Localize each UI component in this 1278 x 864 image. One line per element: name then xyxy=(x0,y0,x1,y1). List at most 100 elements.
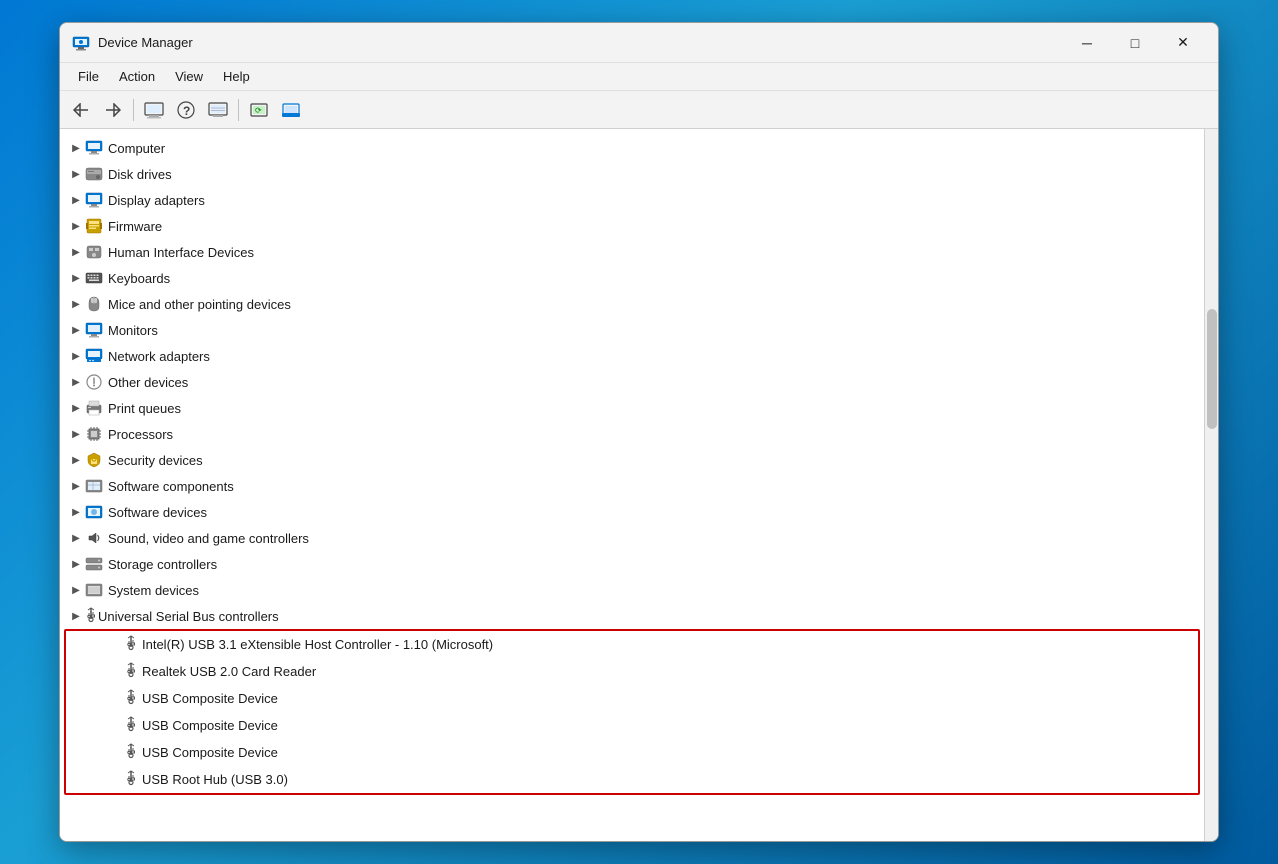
label-system: System devices xyxy=(108,583,199,598)
icon-security xyxy=(84,451,104,469)
label-keyboards: Keyboards xyxy=(108,271,170,286)
label-software-comp: Software components xyxy=(108,479,234,494)
menu-view[interactable]: View xyxy=(165,66,213,87)
chevron-network: ▶ xyxy=(68,348,84,364)
icon-storage xyxy=(84,555,104,573)
menu-help[interactable]: Help xyxy=(213,66,260,87)
maximize-button[interactable]: □ xyxy=(1112,27,1158,59)
device-manager-window: Device Manager ─ □ ✕ File Action View He… xyxy=(59,22,1219,842)
list-view-button[interactable] xyxy=(203,96,233,124)
label-software-dev: Software devices xyxy=(108,505,207,520)
tree-item-hid[interactable]: ▶ Human Interface Devices xyxy=(60,239,1204,265)
forward-button[interactable] xyxy=(98,96,128,124)
label-hid: Human Interface Devices xyxy=(108,245,254,260)
icon-display-adapters xyxy=(84,191,104,209)
svg-text:⟳: ⟳ xyxy=(255,106,262,115)
tree-item-storage[interactable]: ▶ Storage controllers xyxy=(60,551,1204,577)
tree-item-computer[interactable]: ▶ Computer xyxy=(60,135,1204,161)
tree-item-usb-root[interactable]: USB Root Hub (USB 3.0) xyxy=(66,766,1198,793)
icon-usb-composite-3 xyxy=(124,743,138,762)
close-button[interactable]: ✕ xyxy=(1160,27,1206,59)
title-bar: Device Manager ─ □ ✕ xyxy=(60,23,1218,63)
minimize-button[interactable]: ─ xyxy=(1064,27,1110,59)
label-processors: Processors xyxy=(108,427,173,442)
icon-computer xyxy=(84,139,104,157)
tree-item-network[interactable]: ▶ Network adapters xyxy=(60,343,1204,369)
tree-item-processors[interactable]: ▶ Processors xyxy=(60,421,1204,447)
menu-action[interactable]: Action xyxy=(109,66,165,87)
icon-hid xyxy=(84,243,104,261)
usb-children-group: Intel(R) USB 3.1 eXtensible Host Control… xyxy=(64,629,1200,795)
toolbar: ? ⟳ xyxy=(60,91,1218,129)
label-usb-composite-2: USB Composite Device xyxy=(142,718,278,733)
device-tree[interactable]: ▶ Computer ▶ Disk drives ▶ Di xyxy=(60,129,1204,841)
icon-other xyxy=(84,373,104,391)
chevron-monitors: ▶ xyxy=(68,322,84,338)
properties-button[interactable] xyxy=(276,96,306,124)
scan-button[interactable]: ⟳ xyxy=(244,96,274,124)
label-mice: Mice and other pointing devices xyxy=(108,297,291,312)
app-icon xyxy=(72,34,90,52)
show-hidden-button[interactable] xyxy=(139,96,169,124)
tree-item-sound[interactable]: ▶ Sound, video and game controllers xyxy=(60,525,1204,551)
tree-item-software-comp[interactable]: ▶ Software components xyxy=(60,473,1204,499)
label-other: Other devices xyxy=(108,375,188,390)
chevron-processors: ▶ xyxy=(68,426,84,442)
label-firmware: Firmware xyxy=(108,219,162,234)
icon-firmware xyxy=(84,217,104,235)
icon-print xyxy=(84,399,104,417)
icon-mice xyxy=(84,295,104,313)
icon-network xyxy=(84,347,104,365)
icon-keyboards xyxy=(84,269,104,287)
chevron-sound: ▶ xyxy=(68,530,84,546)
tree-item-display-adapters[interactable]: ▶ Display adapters xyxy=(60,187,1204,213)
label-usb: Universal Serial Bus controllers xyxy=(98,609,279,624)
chevron-other: ▶ xyxy=(68,374,84,390)
tree-item-firmware[interactable]: ▶ Firmware xyxy=(60,213,1204,239)
tree-item-monitors[interactable]: ▶ Monitors xyxy=(60,317,1204,343)
tree-item-print[interactable]: ▶ Print queues xyxy=(60,395,1204,421)
vertical-scrollbar[interactable] xyxy=(1204,129,1218,841)
tree-item-security[interactable]: ▶ Security devices xyxy=(60,447,1204,473)
label-usb-realtek: Realtek USB 2.0 Card Reader xyxy=(142,664,316,679)
tree-item-other[interactable]: ▶ Other devices xyxy=(60,369,1204,395)
label-usb-root: USB Root Hub (USB 3.0) xyxy=(142,772,288,787)
icon-usb-realtek xyxy=(124,662,138,681)
icon-sound xyxy=(84,529,104,547)
icon-usb-composite-1 xyxy=(124,689,138,708)
chevron-hid: ▶ xyxy=(68,244,84,260)
svg-text:?: ? xyxy=(183,104,190,118)
icon-disk-drives xyxy=(84,165,104,183)
window-title: Device Manager xyxy=(98,35,1064,50)
chevron-print: ▶ xyxy=(68,400,84,416)
help-button[interactable]: ? xyxy=(171,96,201,124)
chevron-keyboards: ▶ xyxy=(68,270,84,286)
tree-item-software-dev[interactable]: ▶ Software devices xyxy=(60,499,1204,525)
tree-item-keyboards[interactable]: ▶ Keyboards xyxy=(60,265,1204,291)
back-button[interactable] xyxy=(66,96,96,124)
chevron-usb: ▶ xyxy=(68,611,84,622)
tree-item-usb-composite-1[interactable]: USB Composite Device xyxy=(66,685,1198,712)
tree-item-usb-composite-3[interactable]: USB Composite Device xyxy=(66,739,1198,766)
content-area: ▶ Computer ▶ Disk drives ▶ Di xyxy=(60,129,1218,841)
tree-item-usb-composite-2[interactable]: USB Composite Device xyxy=(66,712,1198,739)
chevron-mice: ▶ xyxy=(68,296,84,312)
chevron-disk: ▶ xyxy=(68,166,84,182)
label-display-adapters: Display adapters xyxy=(108,193,205,208)
tree-item-disk-drives[interactable]: ▶ Disk drives xyxy=(60,161,1204,187)
chevron-security: ▶ xyxy=(68,452,84,468)
toolbar-separator-1 xyxy=(133,99,134,121)
tree-item-usb-intel[interactable]: Intel(R) USB 3.1 eXtensible Host Control… xyxy=(66,631,1198,658)
tree-item-usb-realtek[interactable]: Realtek USB 2.0 Card Reader xyxy=(66,658,1198,685)
tree-item-usb[interactable]: ▶ Universal Serial Bus controllers xyxy=(60,603,1204,629)
label-disk-drives: Disk drives xyxy=(108,167,172,182)
menu-file[interactable]: File xyxy=(68,66,109,87)
tree-item-system[interactable]: ▶ System devices xyxy=(60,577,1204,603)
label-computer: Computer xyxy=(108,141,165,156)
icon-processors xyxy=(84,425,104,443)
chevron-software-dev: ▶ xyxy=(68,504,84,520)
tree-item-mice[interactable]: ▶ Mice and other pointing devices xyxy=(60,291,1204,317)
label-monitors: Monitors xyxy=(108,323,158,338)
chevron-software-comp: ▶ xyxy=(68,478,84,494)
label-storage: Storage controllers xyxy=(108,557,217,572)
